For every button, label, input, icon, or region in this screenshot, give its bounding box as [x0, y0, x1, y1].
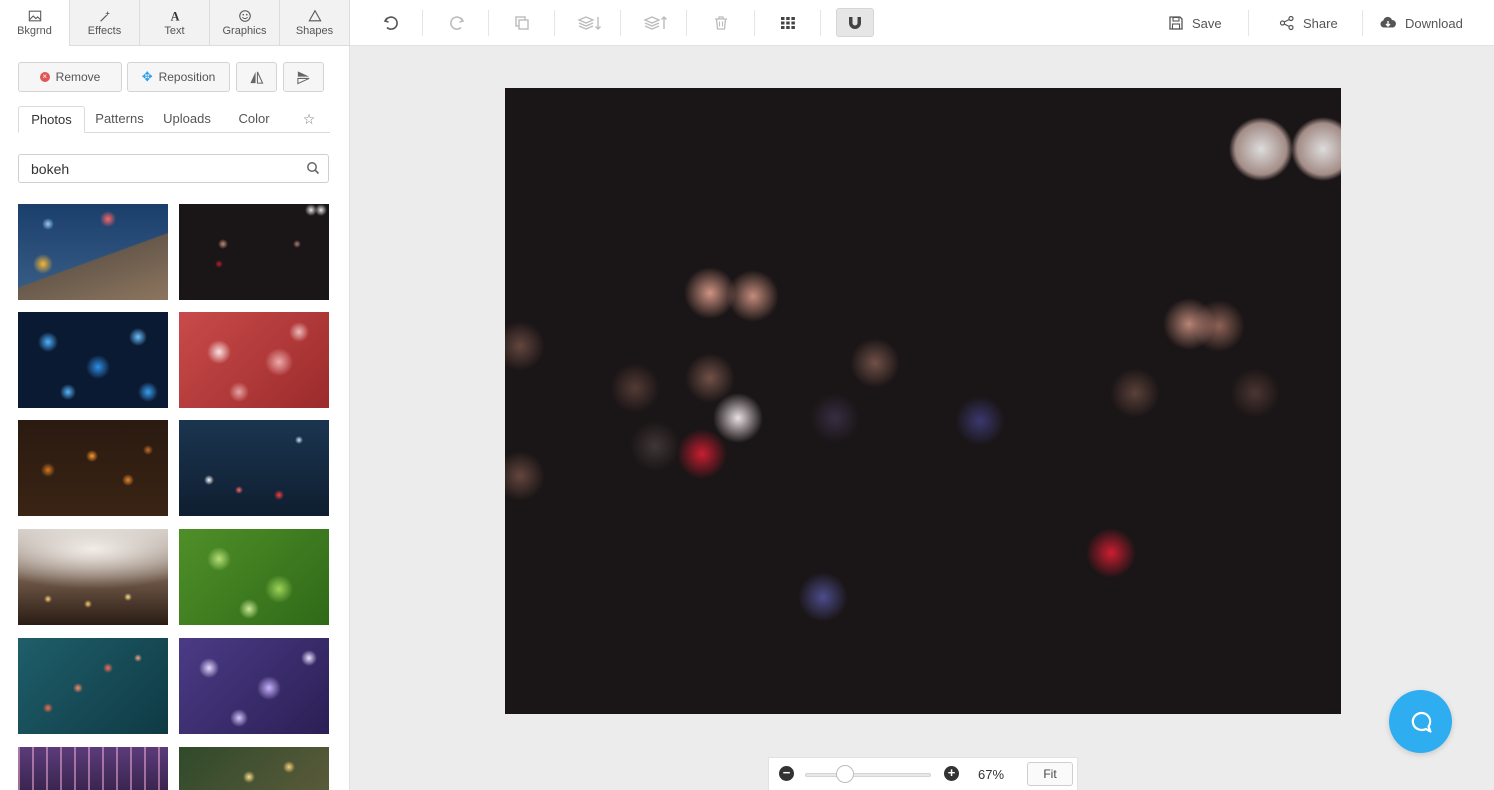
reposition-label: Reposition: [158, 70, 216, 84]
photo-thumbnail[interactable]: [18, 638, 168, 734]
design-canvas[interactable]: [505, 88, 1341, 714]
tab-background[interactable]: Bkgrnd: [0, 0, 70, 46]
photo-thumbnail[interactable]: [179, 420, 329, 516]
redo-button[interactable]: [442, 9, 472, 37]
zoom-percent: 67%: [978, 767, 1005, 782]
flip-vertical-icon: [297, 70, 310, 84]
snap-magnet-button[interactable]: [836, 8, 874, 37]
tab-graphics-label: Graphics: [222, 25, 267, 37]
download-label: Download: [1405, 15, 1463, 31]
photo-thumbnail[interactable]: [179, 529, 329, 625]
tab-favorites[interactable]: ☆: [294, 106, 324, 133]
undo-button[interactable]: [376, 9, 406, 37]
tab-text-label: Text: [164, 25, 185, 37]
download-button[interactable]: Download: [1379, 12, 1463, 34]
flip-horizontal-button[interactable]: [236, 62, 277, 92]
fit-button[interactable]: Fit: [1027, 762, 1073, 786]
minus-icon: −: [782, 765, 791, 780]
photo-thumbnail[interactable]: [18, 747, 168, 790]
chat-button[interactable]: [1389, 690, 1452, 753]
delete-button[interactable]: [706, 9, 736, 37]
undo-icon: [383, 16, 398, 30]
photo-search: [18, 154, 329, 183]
photo-thumbnail[interactable]: [18, 312, 168, 408]
flip-horizontal-icon: [250, 71, 264, 84]
photo-thumbnail[interactable]: [179, 204, 329, 300]
photo-thumbnail[interactable]: [179, 638, 329, 734]
share-button[interactable]: Share: [1279, 12, 1338, 34]
tab-patterns[interactable]: Patterns: [88, 106, 151, 133]
photo-thumbnail[interactable]: [179, 312, 329, 408]
layers-up-icon: [643, 16, 667, 30]
triangle-icon: [307, 9, 322, 22]
tab-photos[interactable]: Photos: [18, 106, 85, 133]
background-panel: × Remove ✥ Reposition Photos Patterns Up…: [0, 46, 350, 790]
tab-graphics[interactable]: Graphics: [210, 0, 280, 46]
search-icon[interactable]: [306, 161, 320, 175]
background-source-tabs: Photos Patterns Uploads Color ☆: [18, 106, 330, 133]
flip-vertical-button[interactable]: [283, 62, 324, 92]
photo-thumbnail[interactable]: [179, 747, 329, 790]
remove-label: Remove: [55, 70, 101, 84]
tab-uploads[interactable]: Uploads: [157, 106, 217, 133]
tab-text[interactable]: A Text: [140, 0, 210, 46]
send-backward-button[interactable]: [572, 9, 608, 37]
tab-shapes-label: Shapes: [295, 25, 334, 37]
magic-wand-icon: [99, 10, 110, 22]
remove-button[interactable]: × Remove: [18, 62, 122, 92]
photo-thumbnail[interactable]: [18, 529, 168, 625]
search-input[interactable]: [19, 155, 289, 182]
star-icon: ☆: [302, 111, 316, 127]
cloud-download-icon: [1380, 16, 1396, 28]
top-toolbar: Save Share Download: [350, 0, 1494, 46]
magnet-icon: [849, 16, 861, 29]
share-icon: [1279, 15, 1294, 31]
move-arrows-icon: ✥: [141, 69, 153, 84]
grid-button[interactable]: [773, 9, 803, 37]
tab-shapes[interactable]: Shapes: [280, 0, 350, 46]
zoom-out-button[interactable]: −: [779, 766, 794, 781]
image-icon: [28, 10, 41, 22]
copy-icon: [515, 16, 529, 30]
text-icon: A: [170, 9, 179, 23]
zoom-slider-handle[interactable]: [836, 765, 855, 783]
redo-icon: [450, 16, 465, 30]
trash-icon: [715, 16, 727, 30]
save-button[interactable]: Save: [1168, 12, 1222, 34]
tab-background-label: Bkgrnd: [17, 25, 52, 37]
chat-bubble-icon: [1411, 711, 1432, 733]
tool-tabs: Bkgrnd Effects A Text Graphics Shapes: [0, 0, 350, 46]
floppy-disk-icon: [1169, 16, 1183, 30]
reposition-button[interactable]: ✥ Reposition: [127, 62, 230, 92]
zoom-slider[interactable]: [805, 773, 931, 777]
smiley-icon: [238, 10, 251, 22]
zoom-in-button[interactable]: +: [944, 766, 959, 781]
tab-effects[interactable]: Effects: [70, 0, 140, 46]
grid-icon: [781, 17, 795, 29]
plus-icon: +: [947, 765, 956, 780]
duplicate-button[interactable]: [507, 9, 537, 37]
svg-text:A: A: [170, 9, 179, 23]
bring-forward-button[interactable]: [638, 9, 674, 37]
tab-effects-label: Effects: [87, 25, 122, 37]
photo-thumbnail[interactable]: [18, 420, 168, 516]
photo-thumbnail[interactable]: [18, 204, 168, 300]
save-label: Save: [1192, 15, 1222, 31]
remove-circle-icon: ×: [39, 72, 50, 82]
tab-color[interactable]: Color: [228, 106, 280, 133]
share-label: Share: [1303, 15, 1338, 31]
layers-down-icon: [577, 16, 601, 30]
zoom-controls: − + 67% Fit: [768, 757, 1078, 790]
